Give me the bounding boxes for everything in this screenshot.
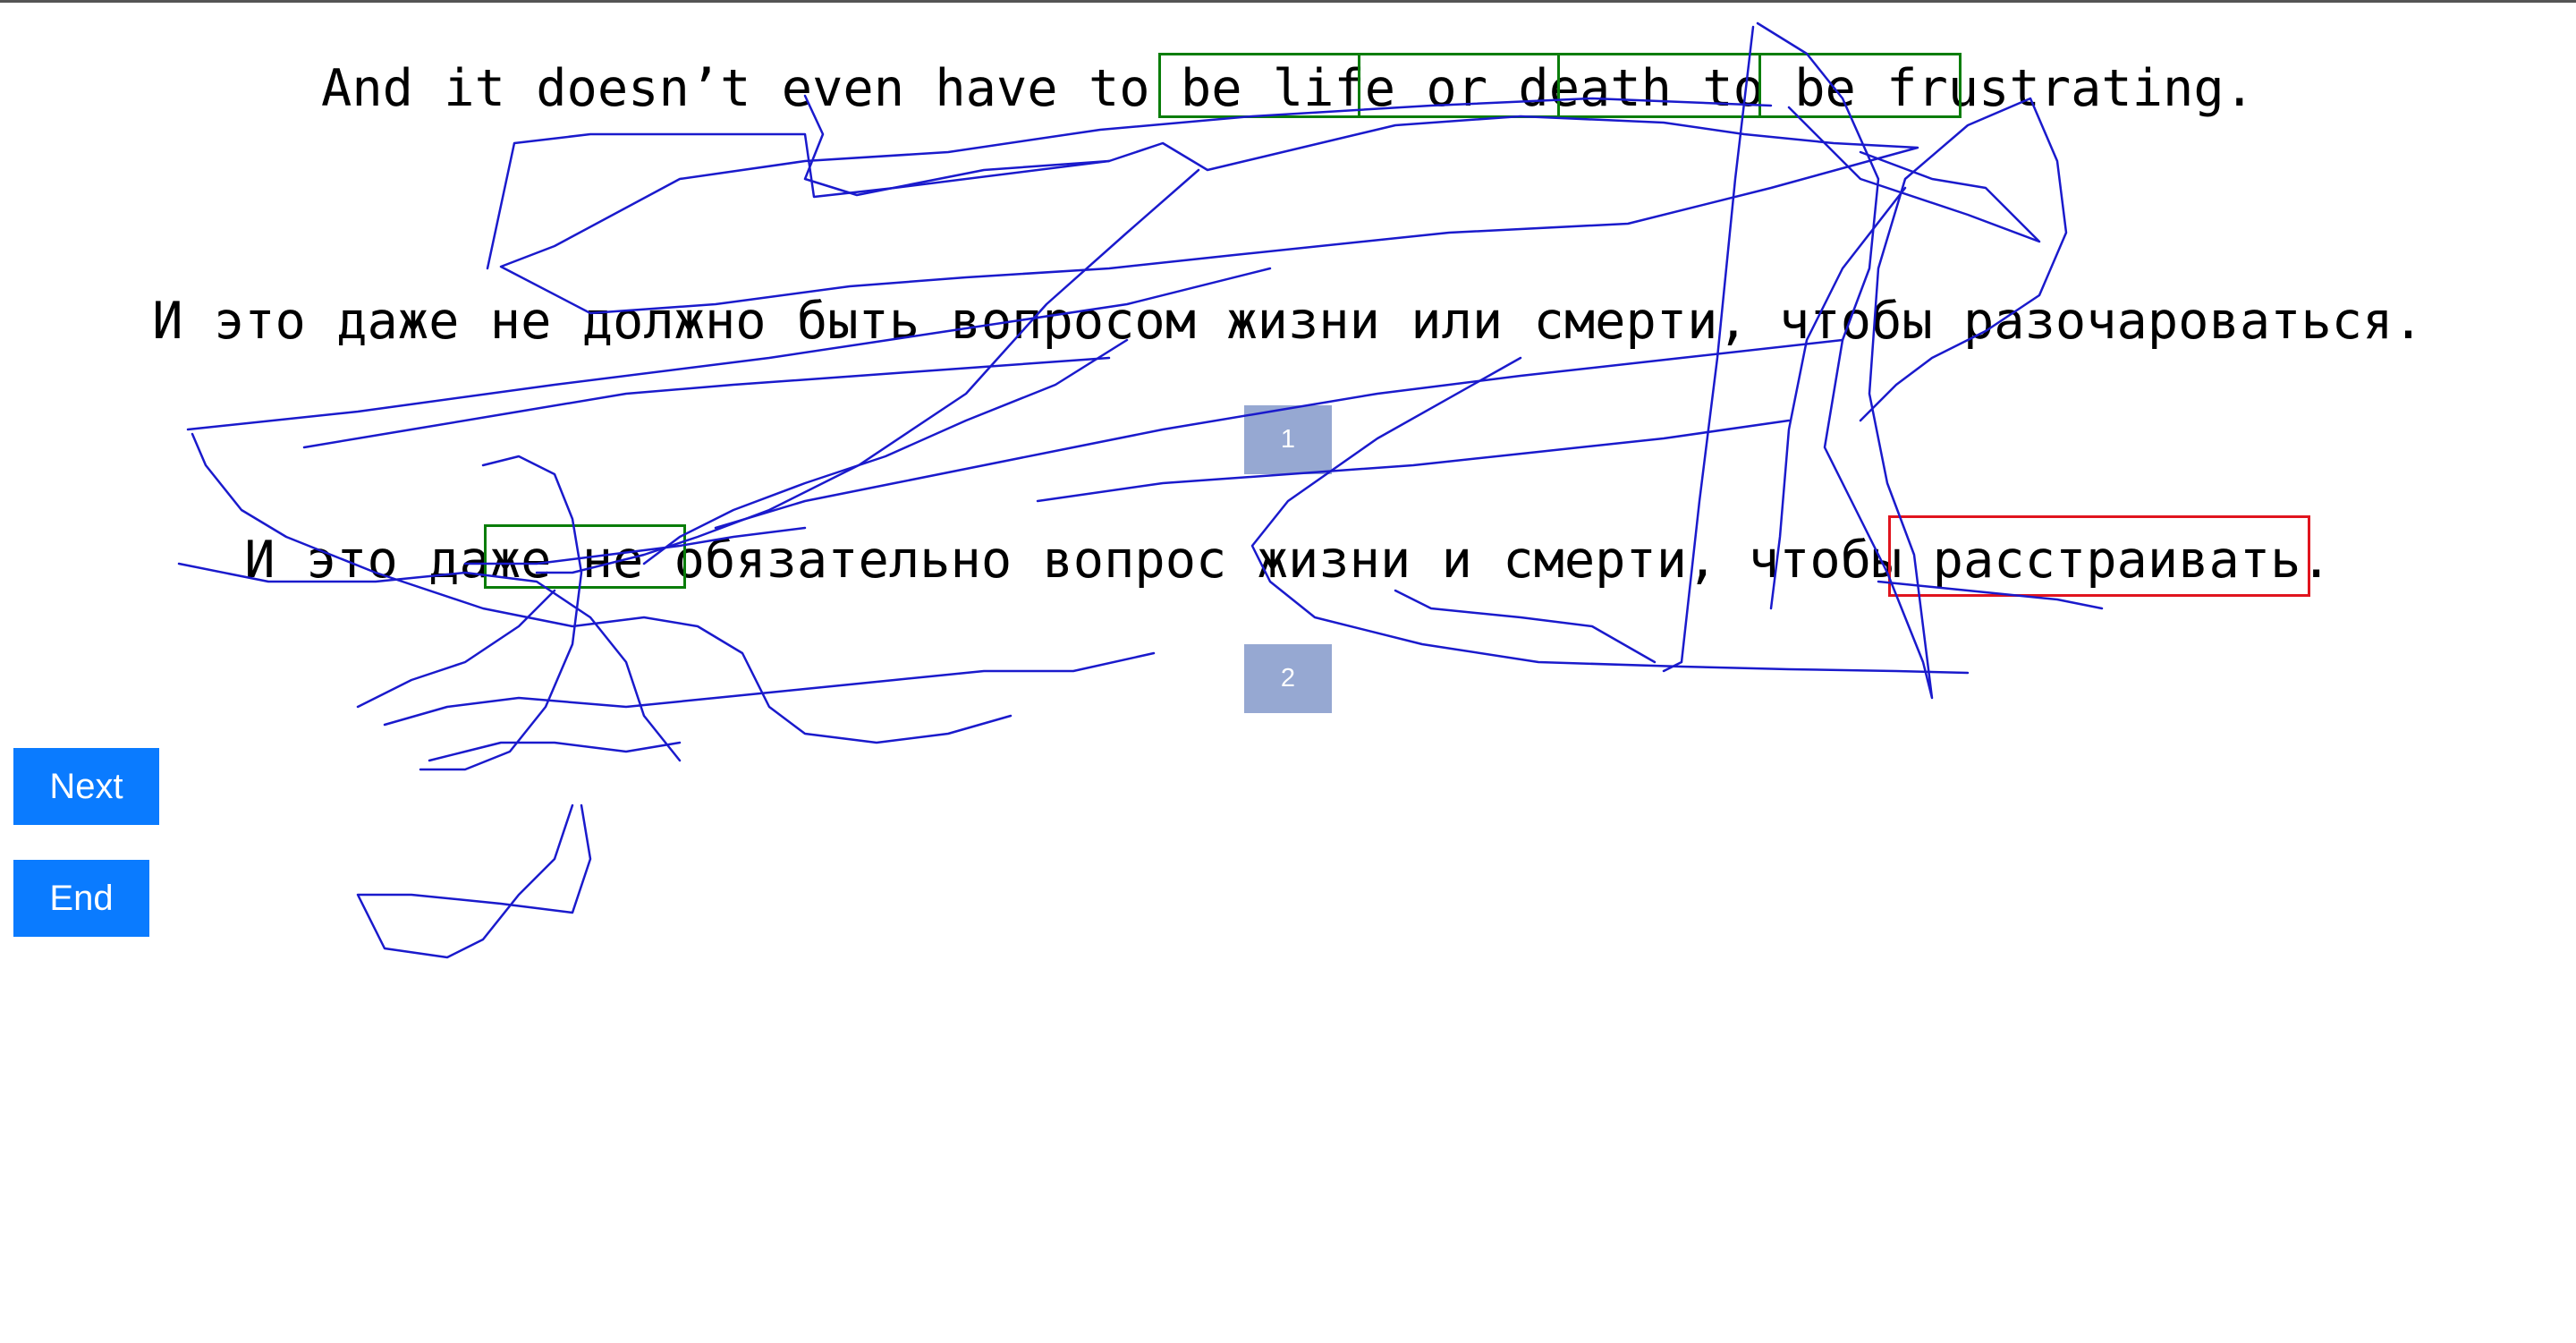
highlight-box-be-frustrating[interactable] <box>1758 53 1962 118</box>
pen-stroke <box>356 589 556 709</box>
pen-stroke <box>302 356 1111 449</box>
rank-badge-2[interactable]: 2 <box>1244 644 1332 713</box>
top-border <box>0 0 2576 3</box>
highlight-box-death-to[interactable] <box>1557 53 1761 118</box>
pen-stroke <box>1036 419 1791 503</box>
pen-stroke <box>419 455 583 771</box>
highlight-box-dazhe-ne[interactable] <box>484 524 686 589</box>
pen-stroke <box>1787 106 2041 243</box>
end-button[interactable]: End <box>13 860 149 937</box>
highlight-box-rasstraivat[interactable] <box>1888 515 2310 597</box>
pen-stroke <box>1394 589 1657 664</box>
translation-1: И это даже не должно быть вопросом жизни… <box>152 292 2424 351</box>
pen-stroke <box>535 168 1200 574</box>
highlight-box-be-life[interactable] <box>1158 53 1360 118</box>
pen-stroke <box>383 651 1156 727</box>
pen-stroke <box>499 94 1919 315</box>
highlight-box-or-death[interactable] <box>1358 53 1560 118</box>
pen-stroke <box>1250 356 1970 675</box>
pen-stroke <box>486 132 1111 270</box>
pen-stroke <box>356 803 592 959</box>
pen-stroke <box>428 741 682 762</box>
rank-badge-1[interactable]: 1 <box>1244 405 1332 474</box>
next-button[interactable]: Next <box>13 748 159 825</box>
